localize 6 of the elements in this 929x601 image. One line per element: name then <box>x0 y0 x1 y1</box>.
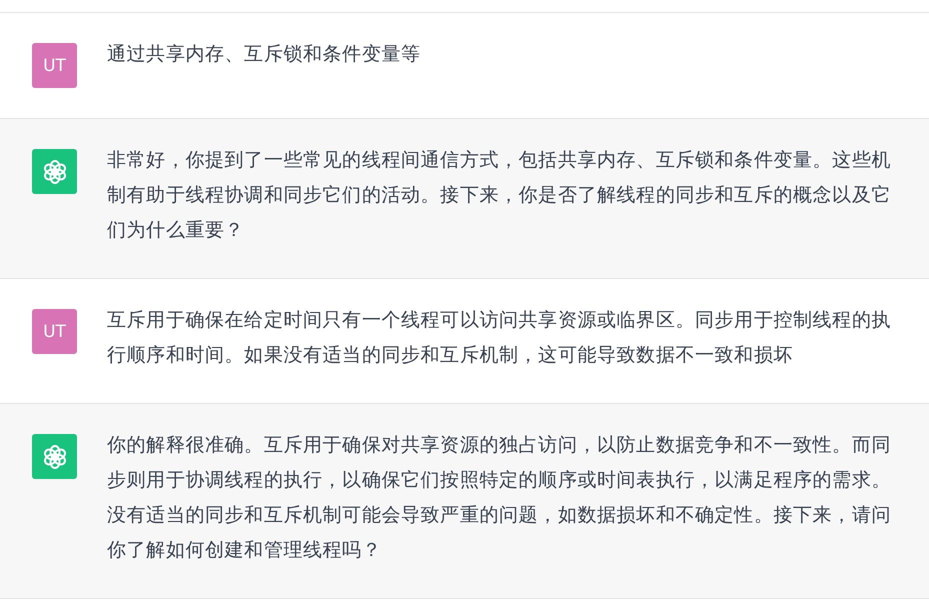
user-avatar: UT <box>32 43 77 88</box>
message-text: 互斥用于确保在给定时间只有一个线程可以访问共享资源或临界区。同步用于控制线程的执行顺序和时间。如果没有适当的同步和互斥机制，这可能导致数据不一致和损坏 <box>107 308 892 368</box>
user-avatar: UT <box>32 309 77 354</box>
message-text: 你的解释很准确。互斥用于确保对共享资源的独占访问，以防止数据竞争和不一致性。而同步则用于协调线程的执行，以确保它们按照特定的顺序或时间表执行，以满足程序的需求。没有适当的同步和互斥机制可能会导致严重的问题，如数据损坏和不确定性。接下来，请问你了解如何创建和管理线程吗？ <box>107 433 892 563</box>
message-text: 非常好，你提到了一些常见的线程间通信方式，包括共享内存、互斥锁和条件变量。这些机制有助于线程协调和同步它们的活动。接下来，你是否了解线程的同步和互斥的概念以及它们为什么重要？ <box>107 148 892 243</box>
message-text: 通过共享内存、互斥锁和条件变量等 <box>107 42 422 67</box>
